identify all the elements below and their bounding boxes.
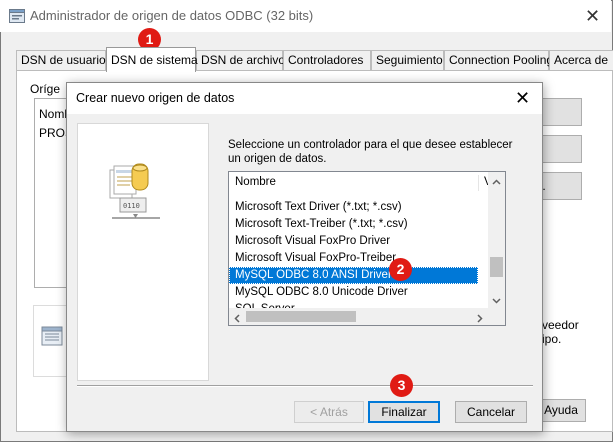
dialog-separator	[77, 385, 533, 387]
odbc-driver-icon: 0110	[106, 162, 166, 224]
scroll-up-icon[interactable]	[492, 176, 501, 185]
driver-name: MySQL ODBC 8.0 Unicode Driver	[235, 286, 408, 298]
configure-button[interactable]: ..	[538, 172, 582, 200]
tab-strip: DSN de usuario DSN de sistema DSN de arc…	[16, 47, 613, 72]
hscroll-thumb[interactable]	[246, 311, 356, 322]
driver-name: MySQL ODBC 8.0 ANSI Driver	[235, 269, 392, 281]
driver-name: Microsoft Text Driver (*.txt; *.csv)	[235, 201, 402, 213]
odbc-admin-title: Administrador de origen de datos ODBC (3…	[30, 8, 314, 23]
driver-name: Microsoft Text-Treiber (*.txt; *.csv)	[235, 218, 408, 230]
driver-name: Microsoft Visual FoxPro-Treiber	[235, 252, 397, 264]
origenes-label: Oríge	[30, 82, 61, 96]
driver-row[interactable]: SQL Server1(	[229, 301, 478, 308]
close-icon[interactable]: ✕	[585, 7, 600, 25]
svg-text:0110: 0110	[123, 202, 140, 210]
dialog-title: Crear nuevo origen de datos	[76, 91, 235, 105]
scroll-thumb[interactable]	[490, 257, 503, 277]
annotation-badge-2: 2	[389, 258, 412, 281]
odbc-app-icon	[9, 9, 25, 23]
horizontal-scrollbar[interactable]	[229, 308, 488, 325]
tab-dsn-sistema[interactable]: DSN de sistema	[106, 47, 198, 72]
database-icon	[41, 326, 65, 348]
instruction-text: Seleccione un controlador para el que de…	[228, 139, 513, 165]
driver-row[interactable]: Microsoft Visual FoxPro DriverN	[229, 233, 478, 250]
tab-connection-pooling[interactable]: Connection Pooling	[444, 50, 553, 71]
dialog-close-icon[interactable]: ✕	[515, 89, 530, 107]
annotation-badge-3: 3	[390, 374, 413, 397]
scroll-right-icon[interactable]	[475, 312, 484, 323]
driver-row[interactable]: Microsoft Visual FoxPro-TreiberN	[229, 250, 478, 267]
tab-controladores[interactable]: Controladores	[283, 50, 371, 71]
tab-dsn-archivo[interactable]: DSN de archivo	[196, 50, 285, 71]
scroll-down-icon[interactable]	[492, 294, 501, 304]
vertical-scrollbar[interactable]	[488, 172, 505, 308]
scroll-corner	[488, 308, 505, 325]
scroll-left-icon[interactable]	[233, 312, 242, 323]
driver-listbox[interactable]: Nombre V Microsoft Text Driver (*.txt; *…	[228, 171, 506, 326]
wizard-illustration-panel: 0110	[77, 123, 209, 381]
tab-seguimiento[interactable]: Seguimiento	[371, 50, 444, 71]
driver-row[interactable]: MySQL ODBC 8.0 ANSI Driver8	[229, 267, 478, 284]
back-button[interactable]: < Atrás	[294, 401, 364, 423]
help-button[interactable]: Ayuda	[536, 399, 586, 422]
finish-button[interactable]: Finalizar	[368, 401, 440, 423]
driver-row[interactable]: Microsoft Text-Treiber (*.txt; *.csv)1(	[229, 216, 478, 233]
driver-row[interactable]: MySQL ODBC 8.0 Unicode Driver8	[229, 284, 478, 301]
driver-row[interactable]: Microsoft Text Driver (*.txt; *.csv)1(	[229, 199, 478, 216]
driver-rows: Microsoft Text Driver (*.txt; *.csv)1(Mi…	[229, 172, 505, 308]
tab-dsn-usuario[interactable]: DSN de usuario	[16, 50, 106, 71]
desc-text-line1: veedor	[542, 318, 579, 332]
cancel-button[interactable]: Cancelar	[455, 401, 527, 423]
add-button[interactable]	[538, 98, 582, 126]
tab-acerca-de[interactable]: Acerca de	[549, 50, 613, 71]
remove-button[interactable]	[538, 135, 582, 163]
driver-name: Microsoft Visual FoxPro Driver	[235, 235, 391, 247]
create-data-source-dialog: Crear nuevo origen de datos ✕ 0110 Selec…	[66, 82, 543, 432]
desc-text-line2: ipo.	[542, 332, 562, 346]
